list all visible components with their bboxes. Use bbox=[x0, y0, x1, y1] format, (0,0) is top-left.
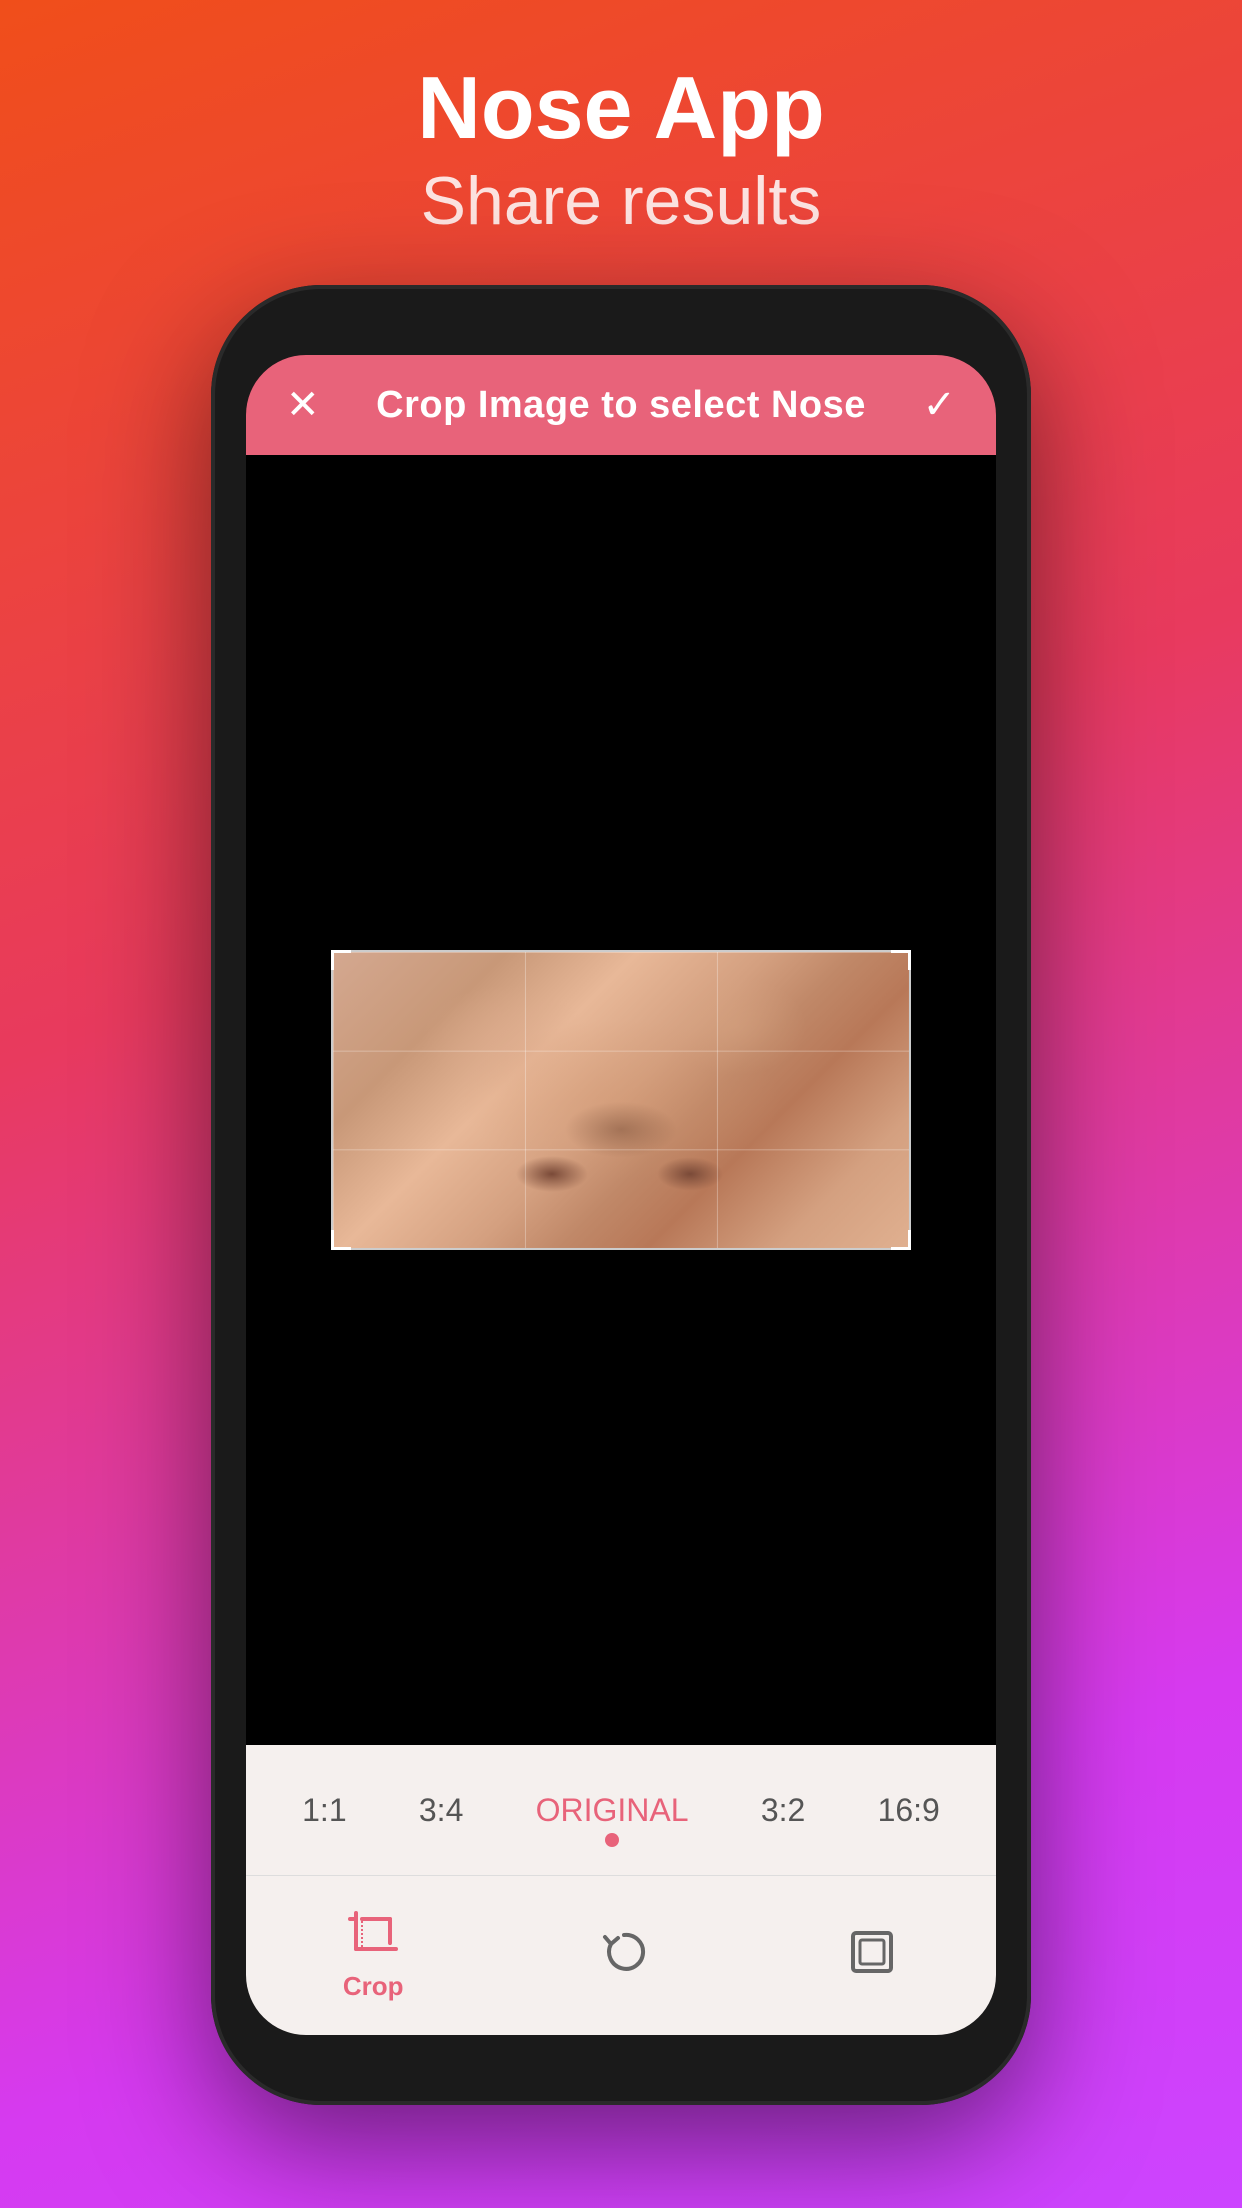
nose-image bbox=[333, 952, 909, 1248]
crop-handle-bottom-right[interactable] bbox=[891, 1230, 911, 1250]
crop-grid bbox=[333, 952, 909, 1248]
aspect-ratio-1-1[interactable]: 1:1 bbox=[282, 1782, 366, 1839]
app-title: Nose App bbox=[417, 60, 824, 157]
expand-icon bbox=[845, 1925, 899, 1979]
app-header: Nose App Share results bbox=[417, 0, 824, 245]
crop-tool-label: Crop bbox=[343, 1971, 404, 2002]
bottom-toolbar: Crop bbox=[246, 1875, 996, 2035]
expand-tool[interactable] bbox=[845, 1925, 899, 1987]
crop-handle-bottom-left[interactable] bbox=[331, 1230, 351, 1250]
phone-frame: ✕ Crop Image to select Nose ✓ 1:1 3:4 OR… bbox=[211, 285, 1031, 2105]
aspect-ratio-3-2[interactable]: 3:2 bbox=[741, 1782, 825, 1839]
confirm-icon[interactable]: ✓ bbox=[922, 382, 956, 428]
refresh-tool[interactable] bbox=[597, 1925, 651, 1987]
close-icon[interactable]: ✕ bbox=[286, 382, 320, 428]
crop-handle-top-left[interactable] bbox=[331, 950, 351, 970]
aspect-ratio-16-9[interactable]: 16:9 bbox=[858, 1782, 960, 1839]
crop-handle-top-right[interactable] bbox=[891, 950, 911, 970]
aspect-ratio-original[interactable]: ORIGINAL bbox=[516, 1782, 709, 1839]
aspect-ratio-bar: 1:1 3:4 ORIGINAL 3:2 16:9 bbox=[246, 1745, 996, 1875]
refresh-icon bbox=[597, 1925, 651, 1979]
crop-box[interactable] bbox=[331, 950, 911, 1250]
crop-tool[interactable]: Crop bbox=[343, 1909, 404, 2002]
crop-canvas bbox=[246, 455, 996, 1745]
crop-header-bar: ✕ Crop Image to select Nose ✓ bbox=[246, 355, 996, 455]
app-subtitle: Share results bbox=[417, 157, 824, 245]
phone-screen: ✕ Crop Image to select Nose ✓ 1:1 3:4 OR… bbox=[246, 355, 996, 2035]
crop-tool-icon bbox=[346, 1909, 400, 1963]
aspect-ratio-3-4[interactable]: 3:4 bbox=[399, 1782, 483, 1839]
crop-header-title: Crop Image to select Nose bbox=[376, 384, 866, 427]
